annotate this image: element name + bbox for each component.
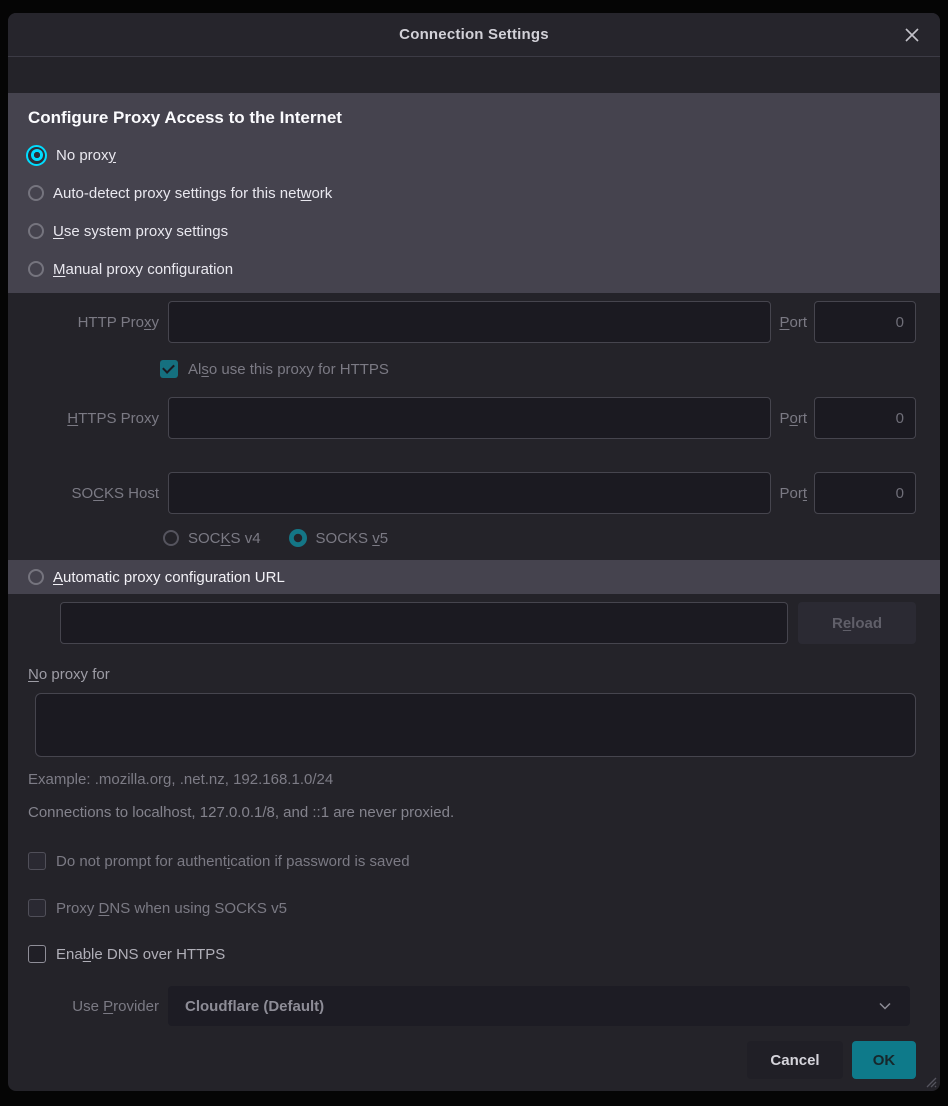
checkbox-unchecked-icon bbox=[28, 852, 46, 870]
socks-v5-label: SOCKS v5 bbox=[316, 530, 389, 547]
http-port-input[interactable] bbox=[814, 301, 916, 343]
no-proxy-for-label: No proxy for bbox=[28, 666, 940, 683]
radio-option-auto-url[interactable]: Automatic proxy configuration URL bbox=[8, 560, 940, 594]
radio-selected-icon bbox=[289, 529, 307, 547]
socks-v4-radio-row[interactable]: SOCKS v4 bbox=[163, 530, 261, 547]
also-https-label: Also use this proxy for HTTPS bbox=[188, 361, 389, 378]
proxy-access-section: Configure Proxy Access to the Internet N… bbox=[8, 93, 940, 293]
auto-url-input[interactable] bbox=[60, 602, 788, 644]
radio-label-no-proxy: No proxy bbox=[56, 147, 116, 164]
socks-host-row: SOCKS Host Port bbox=[8, 472, 940, 514]
dialog-titlebar: Connection Settings bbox=[8, 13, 940, 57]
use-provider-label: Use Provider bbox=[8, 998, 168, 1015]
ok-button[interactable]: OK bbox=[852, 1041, 916, 1079]
radio-unselected-icon bbox=[163, 530, 179, 546]
radio-option-auto-detect[interactable]: Auto-detect proxy settings for this netw… bbox=[28, 174, 940, 212]
radio-option-use-system[interactable]: Use system proxy settings bbox=[28, 212, 940, 250]
section-heading: Configure Proxy Access to the Internet bbox=[28, 106, 940, 130]
provider-select-value: Cloudflare (Default) bbox=[185, 998, 324, 1015]
http-proxy-label: HTTP Proxy bbox=[8, 314, 168, 331]
checkbox-unchecked-icon bbox=[28, 945, 46, 963]
socks-host-input[interactable] bbox=[168, 472, 771, 514]
https-port-label: Port bbox=[779, 410, 807, 427]
socks-v4-label: SOCKS v4 bbox=[188, 530, 261, 547]
proxy-dns-checkbox-row[interactable]: Proxy DNS when using SOCKS v5 bbox=[28, 898, 940, 918]
https-port-input[interactable] bbox=[814, 397, 916, 439]
connection-settings-dialog: Connection Settings Configure Proxy Acce… bbox=[8, 13, 940, 1091]
radio-unselected-icon bbox=[28, 261, 44, 277]
chevron-down-icon bbox=[877, 998, 893, 1014]
enable-doh-checkbox-row[interactable]: Enable DNS over HTTPS bbox=[28, 944, 940, 964]
localhost-note-text: Connections to localhost, 127.0.0.1/8, a… bbox=[28, 804, 940, 821]
checkbox-checked-icon bbox=[160, 360, 178, 378]
http-proxy-row: HTTP Proxy Port bbox=[8, 301, 940, 343]
resize-grip-icon[interactable] bbox=[923, 1074, 937, 1088]
enable-doh-label: Enable DNS over HTTPS bbox=[56, 946, 225, 963]
also-https-checkbox-row[interactable]: Also use this proxy for HTTPS bbox=[160, 359, 940, 379]
no-prompt-checkbox-row[interactable]: Do not prompt for authentication if pass… bbox=[28, 851, 940, 871]
checkbox-unchecked-icon bbox=[28, 899, 46, 917]
radio-unselected-icon bbox=[28, 185, 44, 201]
socks-port-input[interactable] bbox=[814, 472, 916, 514]
provider-row: Use Provider Cloudflare (Default) bbox=[8, 986, 940, 1026]
http-port-label: Port bbox=[779, 314, 807, 331]
provider-select[interactable]: Cloudflare (Default) bbox=[168, 986, 910, 1026]
auto-url-label: Automatic proxy configuration URL bbox=[53, 569, 285, 586]
dialog-footer: Cancel OK bbox=[8, 1041, 940, 1079]
no-prompt-label: Do not prompt for authentication if pass… bbox=[56, 853, 410, 870]
radio-label-manual: Manual proxy configuration bbox=[53, 261, 233, 278]
no-proxy-for-textarea[interactable] bbox=[35, 693, 916, 757]
titlebar-gap bbox=[8, 57, 940, 93]
close-icon bbox=[903, 26, 921, 44]
radio-option-no-proxy[interactable]: No proxy bbox=[28, 136, 940, 174]
reload-button[interactable]: Reload bbox=[798, 602, 916, 644]
https-proxy-input[interactable] bbox=[168, 397, 771, 439]
radio-unselected-icon bbox=[28, 569, 44, 585]
https-proxy-label: HTTPS Proxy bbox=[8, 410, 168, 427]
https-proxy-row: HTTPS Proxy Port bbox=[8, 397, 940, 439]
proxy-dns-label: Proxy DNS when using SOCKS v5 bbox=[56, 900, 287, 917]
socks-v5-radio-row[interactable]: SOCKS v5 bbox=[289, 529, 389, 547]
http-proxy-input[interactable] bbox=[168, 301, 771, 343]
cancel-button[interactable]: Cancel bbox=[747, 1041, 843, 1079]
close-button[interactable] bbox=[898, 21, 926, 49]
radio-selected-icon bbox=[26, 145, 47, 166]
auto-url-row: Reload bbox=[8, 602, 940, 644]
socks-port-label: Port bbox=[779, 485, 807, 502]
radio-unselected-icon bbox=[28, 223, 44, 239]
dialog-title: Connection Settings bbox=[399, 26, 549, 43]
socks-host-label: SOCKS Host bbox=[8, 485, 168, 502]
radio-label-use-system: Use system proxy settings bbox=[53, 223, 228, 240]
radio-label-auto-detect: Auto-detect proxy settings for this netw… bbox=[53, 185, 332, 202]
radio-option-manual[interactable]: Manual proxy configuration bbox=[28, 250, 940, 288]
no-proxy-example-text: Example: .mozilla.org, .net.nz, 192.168.… bbox=[28, 771, 940, 788]
